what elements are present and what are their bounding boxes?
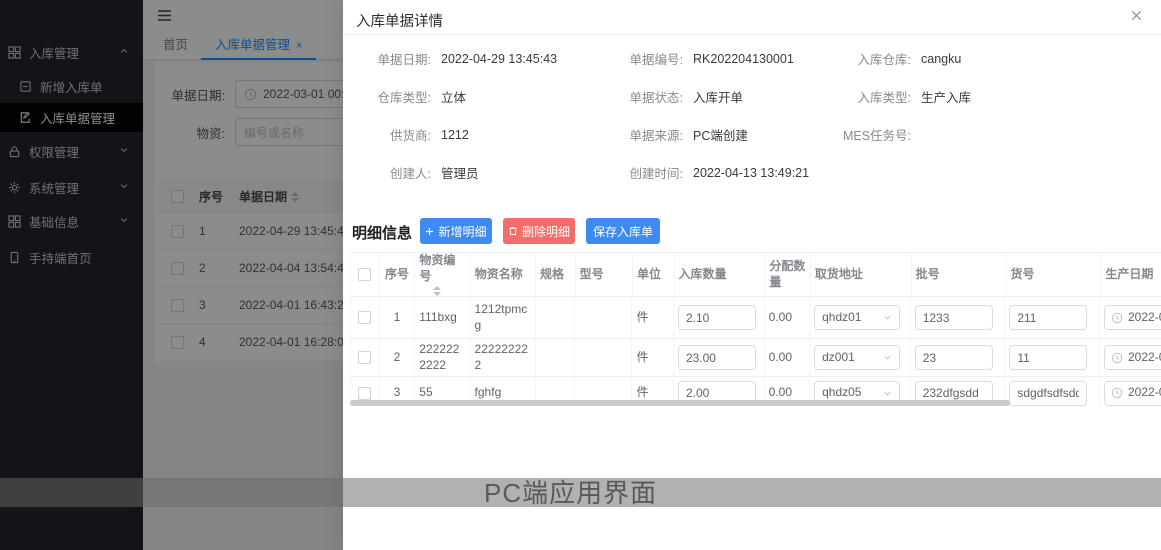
row-checkbox[interactable] [358, 387, 371, 400]
info-mes-task: MES任务号: [823, 124, 1161, 145]
clock-icon [1111, 352, 1123, 364]
chevron-down-icon [883, 313, 892, 322]
info-create-time: 创建时间:2022-04-13 13:49:21 [595, 162, 823, 183]
pickup-addr-select[interactable]: dz001 [814, 345, 900, 370]
save-inbound-button[interactable]: 保存入库单 [586, 218, 660, 244]
chevron-down-icon [883, 389, 892, 398]
row-checkbox[interactable] [358, 311, 371, 324]
info-order-source: 单据来源:PC端创建 [595, 124, 823, 145]
close-icon[interactable] [1130, 9, 1143, 22]
detail-header-row: 序号 物资编号 物资名称 规格 型号 单位 入库数量 分配数量 取货地址 批号 … [350, 253, 1161, 297]
info-creator: 创建人:管理员 [343, 162, 595, 183]
col-no: 序号 [380, 253, 416, 296]
clock-icon [1111, 312, 1123, 324]
caption-text: PC端应用界面 [484, 478, 657, 508]
batch-input[interactable] [915, 305, 993, 330]
item-no-input[interactable] [1009, 305, 1087, 330]
info-order-code: 单据编号:RK202204130001 [595, 48, 823, 69]
info-order-date: 单据日期:2022-04-29 13:45:43 [343, 48, 595, 69]
item-no-input[interactable] [1009, 345, 1087, 370]
col-pickup-addr: 取货地址 [811, 253, 912, 296]
detail-row: 1 111bxg 1212tpmcg 件 0.00 qhdz01 2022-04… [350, 297, 1161, 339]
plus-icon [425, 227, 434, 236]
row-checkbox[interactable] [358, 351, 371, 364]
pickup-addr-select[interactable]: qhdz01 [814, 305, 900, 330]
detail-row: 2 2222222222 222222222 件 0.00 dz001 2022… [350, 339, 1161, 377]
detail-section-title: 明细信息 [352, 222, 412, 243]
batch-input[interactable] [915, 345, 993, 370]
col-batch: 批号 [912, 253, 1007, 296]
col-prod-date: 生产日期 [1101, 253, 1161, 296]
info-empty [823, 162, 1161, 183]
drawer-title: 入库单据详情 [356, 10, 443, 31]
info-supplier: 供货商:1212 [343, 124, 595, 145]
horizontal-scrollbar[interactable] [350, 400, 1010, 406]
col-item-no: 货号 [1007, 253, 1102, 296]
prod-date-input[interactable]: 2022-04-1 [1104, 381, 1161, 406]
info-warehouse: 入库仓库:cangku [823, 48, 1161, 69]
col-material-code: 物资编号 [415, 253, 470, 296]
detail-table-wrap: 序号 物资编号 物资名称 规格 型号 单位 入库数量 分配数量 取货地址 批号 … [343, 252, 1161, 406]
info-warehouse-type: 仓库类型:立体 [343, 86, 595, 107]
add-detail-button[interactable]: 新增明细 [420, 218, 492, 244]
inbound-detail-drawer: 入库单据详情 单据日期:2022-04-29 13:45:43 单据编号:RK2… [343, 0, 1161, 550]
select-all-checkbox[interactable] [358, 268, 371, 281]
col-spec: 规格 [536, 253, 576, 296]
drawer-header: 入库单据详情 [343, 0, 1161, 35]
col-material-name: 物资名称 [471, 253, 536, 296]
prod-date-input[interactable]: 2022-04-1 [1104, 345, 1161, 370]
qty-input[interactable] [678, 305, 756, 330]
info-inbound-type: 入库类型:生产入库 [823, 86, 1161, 107]
sort-icon [433, 286, 441, 296]
qty-input[interactable] [678, 345, 756, 370]
item-no-input[interactable] [1009, 381, 1087, 406]
col-alloc: 分配数量 [765, 253, 811, 296]
caption-band: PC端应用界面 [0, 478, 1161, 507]
detail-section-bar: 明细信息 新增明细 删除明细 保存入库单 [343, 218, 1161, 245]
app-root: 入库管理 新增入库单 入库单据管理 权限管理 系统管理 基础信息 手 [0, 0, 1161, 550]
trash-icon [508, 226, 518, 236]
col-unit: 单位 [633, 253, 675, 296]
col-model: 型号 [576, 253, 633, 296]
prod-date-input[interactable]: 2022-04-1 [1104, 305, 1161, 330]
order-info: 单据日期:2022-04-29 13:45:43 单据编号:RK20220413… [343, 48, 1161, 183]
info-order-status: 单据状态:入库开单 [595, 86, 823, 107]
chevron-down-icon [883, 353, 892, 362]
delete-detail-button[interactable]: 删除明细 [503, 218, 575, 244]
detail-table: 序号 物资编号 物资名称 规格 型号 单位 入库数量 分配数量 取货地址 批号 … [350, 252, 1161, 406]
clock-icon [1111, 387, 1123, 399]
col-qty: 入库数量 [675, 253, 766, 296]
